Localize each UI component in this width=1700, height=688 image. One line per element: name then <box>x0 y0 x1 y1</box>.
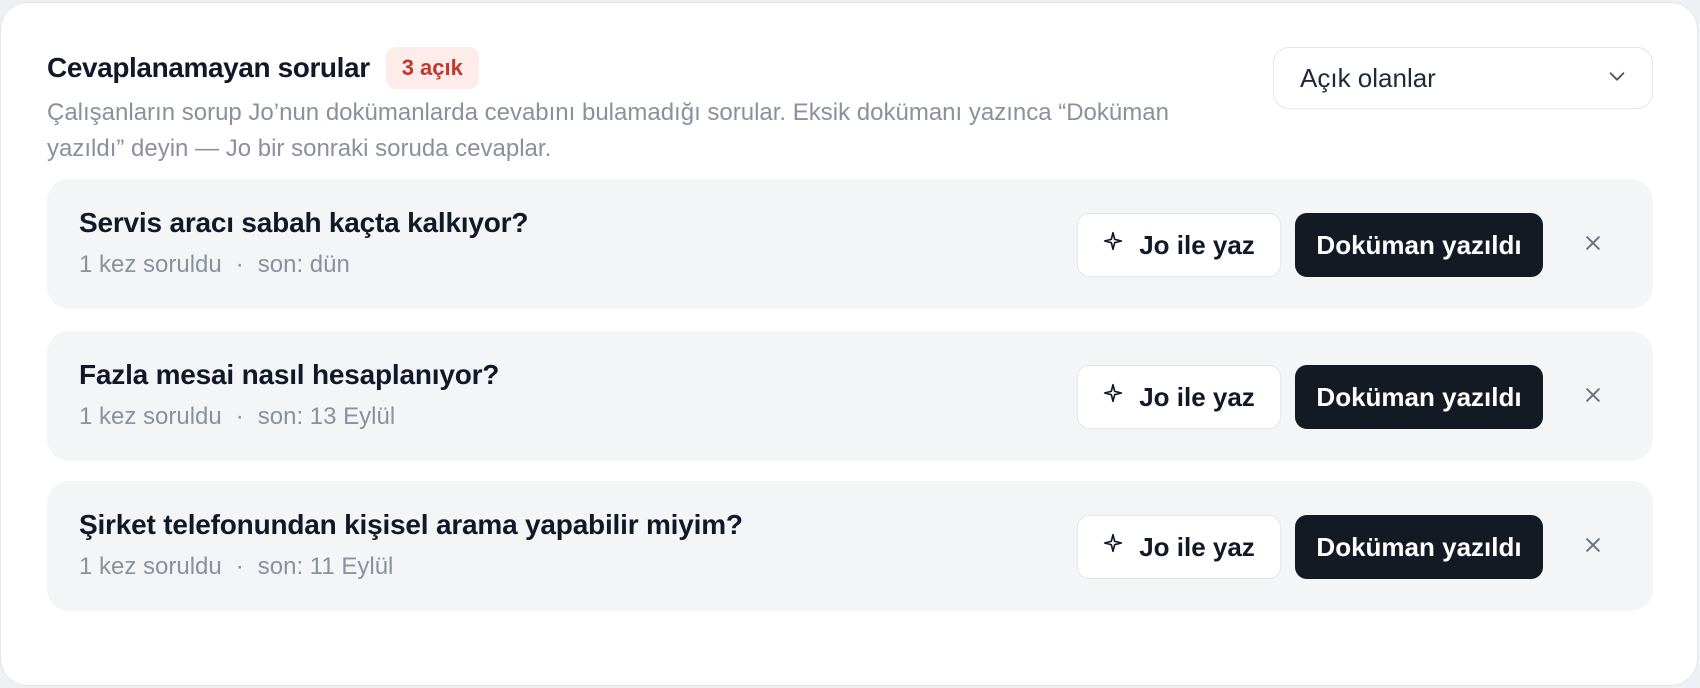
write-with-jo-label: Jo ile yaz <box>1139 531 1255 562</box>
card-header: Cevaplanamayan sorular 3 açık <box>47 47 479 89</box>
document-written-button[interactable]: Doküman yazıldı <box>1295 365 1543 429</box>
unanswered-questions-card: Cevaplanamayan sorular 3 açık Çalışanlar… <box>0 2 1698 686</box>
close-icon <box>1583 535 1603 560</box>
question-meta: 1 kez soruldu · son: 13 Eylül <box>79 403 395 431</box>
ask-count: 1 kez soruldu <box>79 553 222 580</box>
question-row: Şirket telefonundan kişisel arama yapabi… <box>47 481 1653 611</box>
sparkle-icon <box>1103 383 1139 408</box>
status-filter-select[interactable]: Açık olanlar <box>1273 47 1653 109</box>
last-asked: son: 11 Eylül <box>257 553 394 580</box>
page-title: Cevaplanamayan sorular <box>47 52 370 83</box>
document-written-label: Doküman yazıldı <box>1316 531 1522 562</box>
open-count-badge: 3 açık <box>385 47 479 89</box>
dismiss-button[interactable] <box>1577 229 1609 261</box>
question-text: Servis aracı sabah kaçta kalkıyor? <box>79 207 529 238</box>
document-written-button[interactable]: Doküman yazıldı <box>1295 515 1543 579</box>
write-with-jo-button[interactable]: Jo ile yaz <box>1077 213 1281 277</box>
write-with-jo-label: Jo ile yaz <box>1139 229 1255 260</box>
question-text: Fazla mesai nasıl hesaplanıyor? <box>79 359 500 390</box>
question-row: Servis aracı sabah kaçta kalkıyor? 1 kez… <box>47 179 1653 309</box>
write-with-jo-button[interactable]: Jo ile yaz <box>1077 365 1281 429</box>
meta-separator: · <box>235 553 244 580</box>
chevron-down-icon <box>1606 65 1628 92</box>
write-with-jo-button[interactable]: Jo ile yaz <box>1077 515 1281 579</box>
document-written-button[interactable]: Doküman yazıldı <box>1295 213 1543 277</box>
write-with-jo-label: Jo ile yaz <box>1139 381 1255 412</box>
question-text: Şirket telefonundan kişisel arama yapabi… <box>79 509 743 540</box>
last-asked: son: dün <box>257 251 350 278</box>
last-asked: son: 13 Eylül <box>257 403 396 430</box>
question-meta: 1 kez soruldu · son: 11 Eylül <box>79 553 393 581</box>
dismiss-button[interactable] <box>1577 531 1609 563</box>
ask-count: 1 kez soruldu <box>79 251 222 278</box>
meta-separator: · <box>235 251 244 278</box>
question-meta: 1 kez soruldu · son: dün <box>79 251 350 279</box>
page-description: Çalışanların sorup Jo’nun dokümanlarda c… <box>47 99 1169 162</box>
sparkle-icon <box>1103 533 1139 558</box>
status-filter-value: Açık olanlar <box>1300 62 1436 93</box>
meta-separator: · <box>235 403 244 430</box>
close-icon <box>1583 385 1603 410</box>
close-icon <box>1583 233 1603 258</box>
document-written-label: Doküman yazıldı <box>1316 229 1522 260</box>
sparkle-icon <box>1103 231 1139 256</box>
dismiss-button[interactable] <box>1577 381 1609 413</box>
ask-count: 1 kez soruldu <box>79 403 222 430</box>
question-row: Fazla mesai nasıl hesaplanıyor? 1 kez so… <box>47 331 1653 461</box>
document-written-label: Doküman yazıldı <box>1316 381 1522 412</box>
